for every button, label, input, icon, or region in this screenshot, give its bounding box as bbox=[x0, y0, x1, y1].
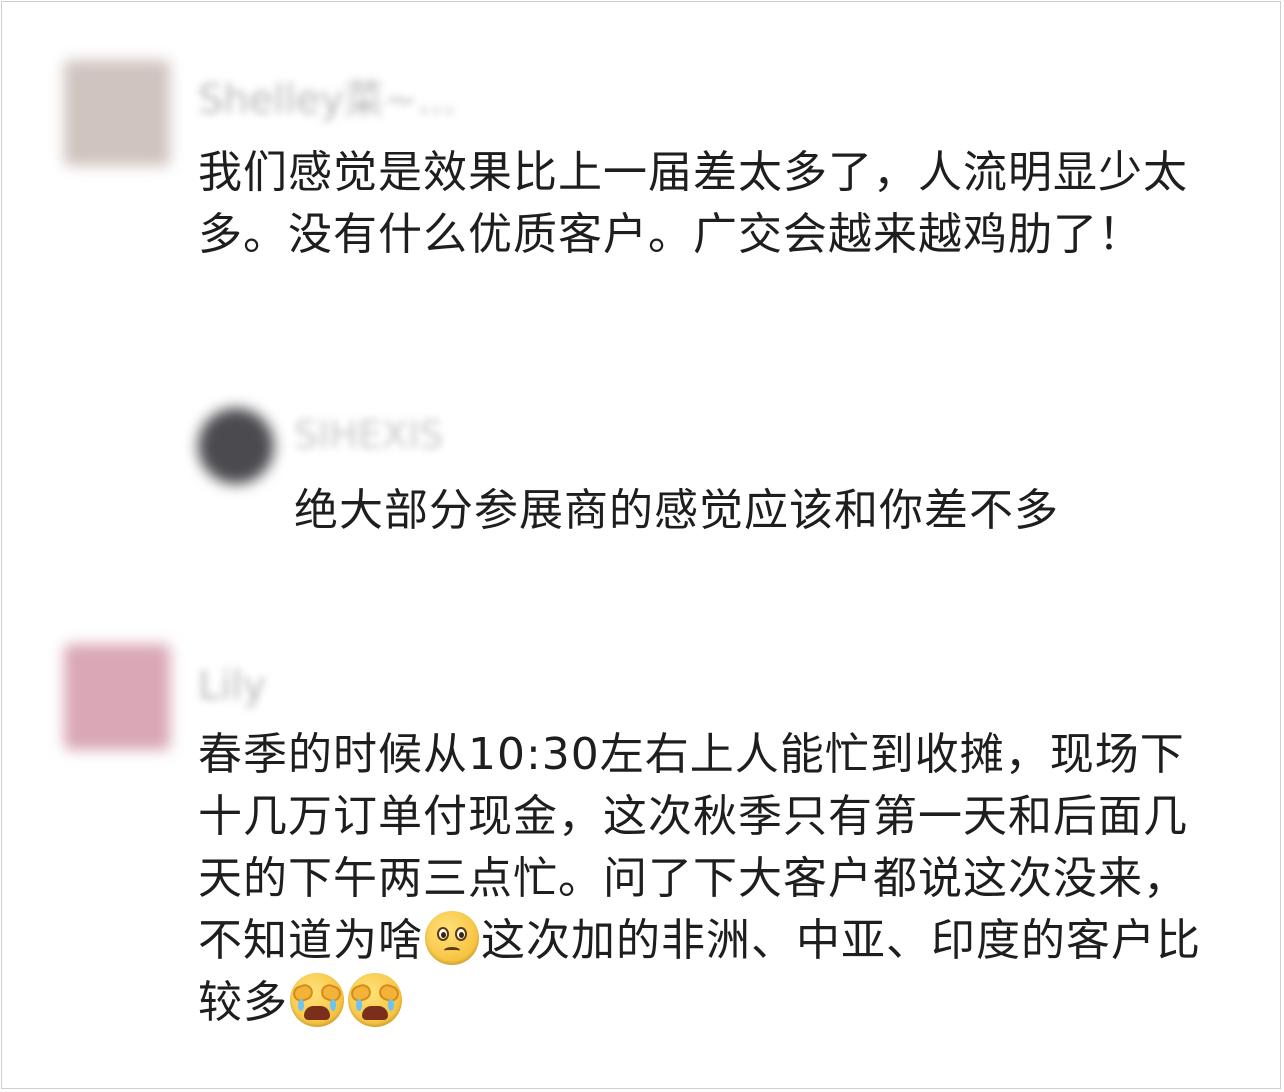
comment-thread: Shelley菜~... 我们感觉是效果比上一届差太多了，人流明显少太多。没有什… bbox=[1, 1, 1281, 1089]
pleading-face-icon bbox=[425, 911, 479, 965]
comment-text: 春季的时候从10:30左右上人能忙到收摊，现场下十几万订单付现金，这次秋季只有第… bbox=[198, 724, 1228, 1034]
avatar[interactable] bbox=[64, 60, 170, 166]
comment-username[interactable]: Shelley菜~... bbox=[198, 80, 456, 120]
avatar[interactable] bbox=[64, 644, 170, 750]
crying-face-icon bbox=[290, 973, 344, 1027]
crying-face-icon bbox=[348, 973, 402, 1027]
reply-text: 绝大部分参展商的感觉应该和你差不多 bbox=[294, 485, 1059, 536]
reply-avatar[interactable] bbox=[198, 408, 274, 484]
comment-username[interactable]: Lily bbox=[198, 666, 266, 706]
reply-username[interactable]: SIHEXIS bbox=[294, 416, 443, 454]
comment-text: 我们感觉是效果比上一届差太多了，人流明显少太多。没有什么优质客户。广交会越来越鸡… bbox=[198, 147, 1188, 260]
